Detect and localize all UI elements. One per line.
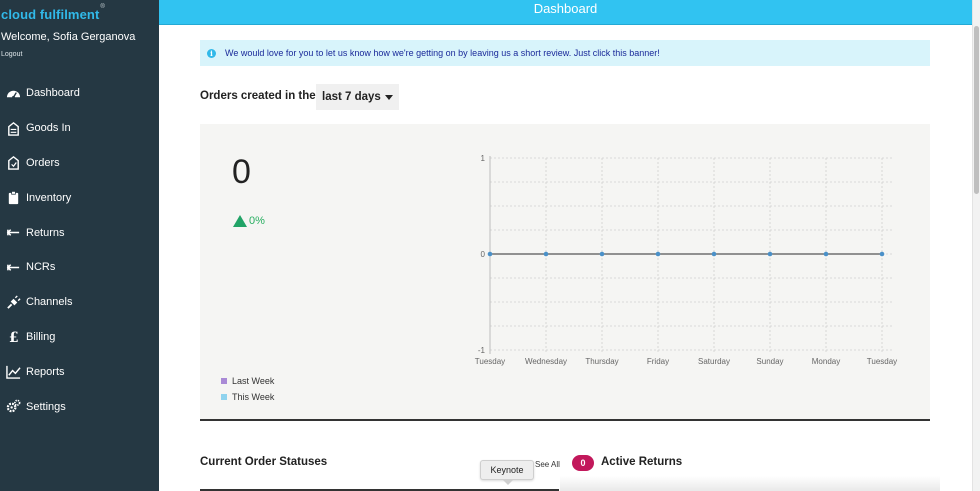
x-tick-label: Monday — [812, 357, 840, 366]
keynote-tooltip: Keynote — [480, 460, 534, 485]
active-returns-title: Active Returns — [601, 456, 683, 468]
goods-in-icon — [5, 120, 21, 136]
ncrs-icon — [5, 259, 21, 275]
review-banner[interactable]: i We would love for you to let us know h… — [200, 40, 930, 66]
inventory-icon — [5, 190, 21, 206]
dashboard-icon — [5, 85, 21, 101]
sidebar-item-label: Goods In — [26, 122, 71, 135]
sidebar-item-ncrs[interactable]: NCRs — [0, 250, 159, 285]
sidebar-item-label: Reports — [26, 365, 65, 378]
sidebar-item-billing[interactable]: £ Billing — [0, 320, 159, 355]
reports-icon — [5, 364, 21, 380]
sidebar-item-label: Settings — [26, 400, 66, 413]
orders-change: 0% — [233, 215, 265, 227]
data-point — [655, 251, 661, 257]
sidebar-item-label: Returns — [26, 226, 65, 239]
legend-swatch — [221, 378, 227, 384]
settings-icon — [5, 399, 21, 415]
orders-icon — [5, 155, 21, 171]
y-tick-label: -1 — [478, 346, 486, 355]
data-point — [767, 251, 773, 257]
data-point — [487, 251, 493, 257]
sidebar-item-goods-in[interactable]: Goods In — [0, 111, 159, 146]
orders-created-label: Orders created in the — [200, 90, 316, 102]
data-point — [543, 251, 549, 257]
scrollbar-thumb[interactable] — [974, 26, 979, 194]
x-tick-label: Saturday — [698, 357, 730, 366]
x-tick-label: Friday — [647, 357, 669, 366]
legend-item-this-week: This Week — [221, 389, 274, 405]
active-returns-count-badge: 0 — [572, 455, 594, 471]
up-triangle-icon — [233, 215, 247, 227]
sidebar-item-reports[interactable]: Reports — [0, 354, 159, 389]
orders-change-percent: 0% — [249, 215, 265, 227]
legend-label: This Week — [232, 392, 275, 402]
data-point — [823, 251, 829, 257]
period-dropdown-value: last 7 days — [322, 91, 381, 103]
sidebar: cloud fulfilment® Welcome, Sofia Gergano… — [0, 0, 159, 491]
data-point — [879, 251, 885, 257]
chart-legend: Last Week This Week — [221, 373, 274, 405]
sidebar-item-label: Billing — [26, 330, 56, 343]
returns-icon — [5, 225, 21, 241]
sidebar-item-label: Inventory — [26, 191, 72, 204]
sidebar-item-label: Dashboard — [26, 87, 80, 100]
period-dropdown[interactable]: last 7 days — [316, 84, 399, 110]
brand-logo[interactable]: cloud fulfilment® — [1, 3, 105, 22]
svg-text:£: £ — [8, 331, 18, 345]
orders-count: 0 — [232, 153, 251, 191]
sidebar-item-orders[interactable]: Orders — [0, 146, 159, 181]
dock-shadow — [560, 476, 940, 491]
channels-icon — [5, 294, 21, 310]
y-tick-label: 0 — [481, 250, 486, 259]
sidebar-nav: Dashboard Goods In Orders Inventory Retu… — [0, 76, 159, 424]
top-header: Dashboard — [159, 0, 972, 25]
sidebar-item-inventory[interactable]: Inventory — [0, 180, 159, 215]
legend-label: Last Week — [232, 376, 275, 386]
legend-swatch — [221, 394, 227, 400]
sidebar-item-returns[interactable]: Returns — [0, 215, 159, 250]
review-banner-text: We would love for you to let us know how… — [225, 48, 660, 58]
sidebar-item-label: Channels — [26, 296, 73, 309]
x-tick-label: Wednesday — [525, 357, 567, 366]
sidebar-item-settings[interactable]: Settings — [0, 389, 159, 424]
x-tick-label: Tuesday — [867, 357, 897, 366]
caret-down-icon — [384, 94, 393, 100]
x-tick-label: Tuesday — [475, 357, 505, 366]
y-tick-label: 1 — [481, 154, 486, 163]
tooltip-text: Keynote — [490, 465, 524, 475]
see-all-link[interactable]: See All — [535, 460, 560, 469]
page-title: Dashboard — [533, 1, 598, 16]
x-tick-label: Sunday — [756, 357, 783, 366]
brand-name: cloud fulfilment — [1, 7, 100, 22]
orders-line-chart: 1 0 -1 Tuesday Wednesday Thursday Friday Saturd… — [475, 154, 897, 366]
brand-registered-mark: ® — [100, 3, 105, 10]
info-icon: i — [207, 48, 216, 58]
welcome-text: Welcome, Sofia Gerganova — [1, 31, 136, 43]
tooltip-tail — [503, 480, 513, 485]
x-tick-label: Thursday — [585, 357, 618, 366]
current-order-statuses-title: Current Order Statuses — [200, 456, 328, 468]
sidebar-item-dashboard[interactable]: Dashboard — [0, 76, 159, 111]
sidebar-item-label: Orders — [26, 156, 60, 169]
billing-icon: £ — [5, 329, 21, 345]
data-point — [711, 251, 717, 257]
sidebar-item-channels[interactable]: Channels — [0, 285, 159, 320]
logout-link[interactable]: Logout — [1, 51, 22, 58]
sidebar-item-label: NCRs — [26, 261, 56, 274]
data-point — [599, 251, 605, 257]
legend-item-last-week: Last Week — [221, 373, 274, 389]
